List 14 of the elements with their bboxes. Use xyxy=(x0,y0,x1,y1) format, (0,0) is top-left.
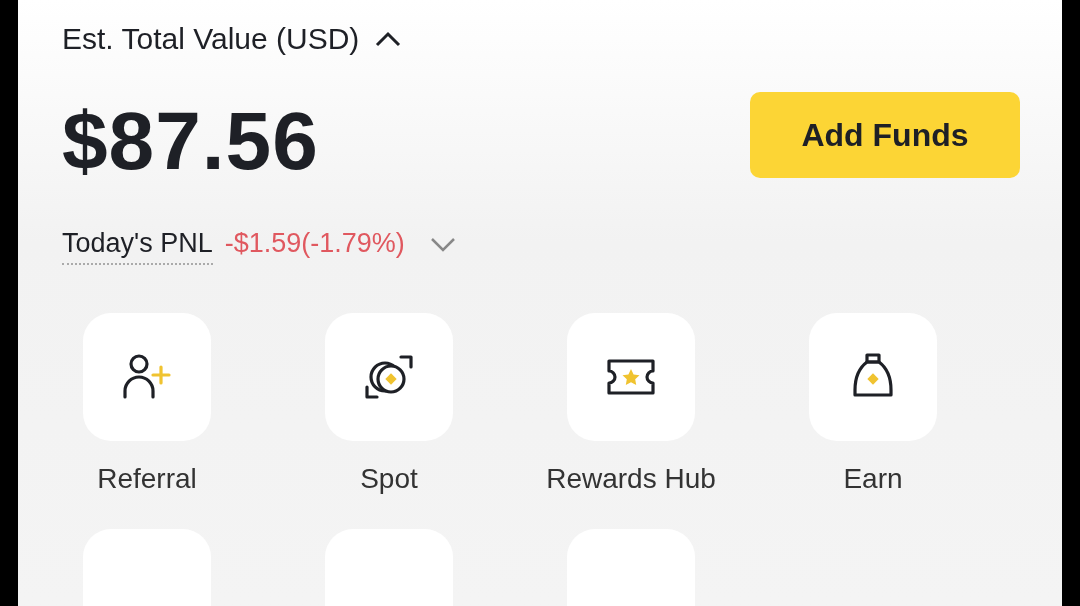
add-funds-button[interactable]: Add Funds xyxy=(750,92,1020,178)
total-value-label: Est. Total Value (USD) xyxy=(62,22,360,56)
caret-up-icon[interactable] xyxy=(375,31,402,47)
total-balance: $87.56 xyxy=(62,94,319,188)
pnl-label[interactable]: Today's PNL xyxy=(62,228,213,265)
shortcut-tile[interactable] xyxy=(325,313,453,441)
shortcut-label: Rewards Hub xyxy=(546,463,716,495)
pnl-value: -$1.59(-1.79%) xyxy=(224,228,405,260)
shortcut-label: Referral xyxy=(97,463,197,495)
shortcut-label: Earn xyxy=(843,463,903,495)
shortcut-tile[interactable] xyxy=(83,313,211,441)
shortcut-label: Spot xyxy=(360,463,418,495)
shortcut-tile[interactable] xyxy=(567,313,695,441)
shortcut-tile[interactable] xyxy=(809,313,937,441)
